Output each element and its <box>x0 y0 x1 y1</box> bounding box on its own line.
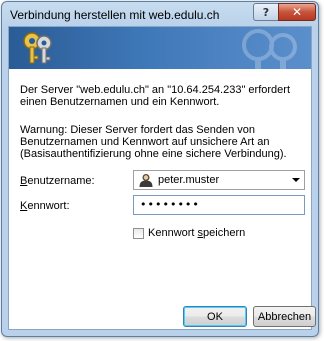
keys-icon <box>23 32 52 64</box>
username-value: peter.muster <box>158 174 220 186</box>
remember-password-label: Kennwort speichern <box>148 227 245 239</box>
close-icon: ✕ <box>291 5 303 19</box>
help-icon: ? <box>262 5 270 19</box>
title-bar[interactable]: Verbindung herstellen mit web.edulu.ch ?… <box>2 2 318 26</box>
password-label: Kennwort: <box>20 200 70 212</box>
banner-watermark-keys-icon <box>242 29 297 69</box>
help-button[interactable]: ? <box>253 3 279 21</box>
user-account-icon <box>139 174 153 187</box>
password-value: •••••••• <box>140 198 200 211</box>
chevron-down-icon[interactable] <box>292 178 300 182</box>
username-label: Benutzername: <box>20 175 95 187</box>
close-button[interactable]: ✕ <box>278 3 316 21</box>
username-label-text: enutzername: <box>27 175 95 187</box>
cancel-button[interactable]: Abbrechen <box>253 306 316 327</box>
login-dialog: Verbindung herstellen mit web.edulu.ch ?… <box>1 1 319 337</box>
password-label-text: ennwort: <box>27 200 70 212</box>
remember-label-post: peichern <box>203 227 246 239</box>
remember-password-option[interactable]: Kennwort speichern <box>133 227 245 239</box>
window-title: Verbindung herstellen mit web.edulu.ch <box>10 8 220 22</box>
password-field[interactable]: •••••••• <box>133 195 305 215</box>
remember-label-pre: Kennwort <box>148 227 198 239</box>
banner <box>9 27 311 69</box>
remember-password-checkbox[interactable] <box>133 227 144 239</box>
warning-text: Warnung: Dieser Server fordert das Sende… <box>20 124 287 160</box>
dialog-content: Der Server "web.edulu.ch" an "10.64.254.… <box>8 26 316 330</box>
ok-button[interactable]: OK <box>183 306 247 327</box>
intro-text: Der Server "web.edulu.ch" an "10.64.254.… <box>20 84 290 108</box>
username-combobox[interactable]: peter.muster <box>133 170 305 190</box>
